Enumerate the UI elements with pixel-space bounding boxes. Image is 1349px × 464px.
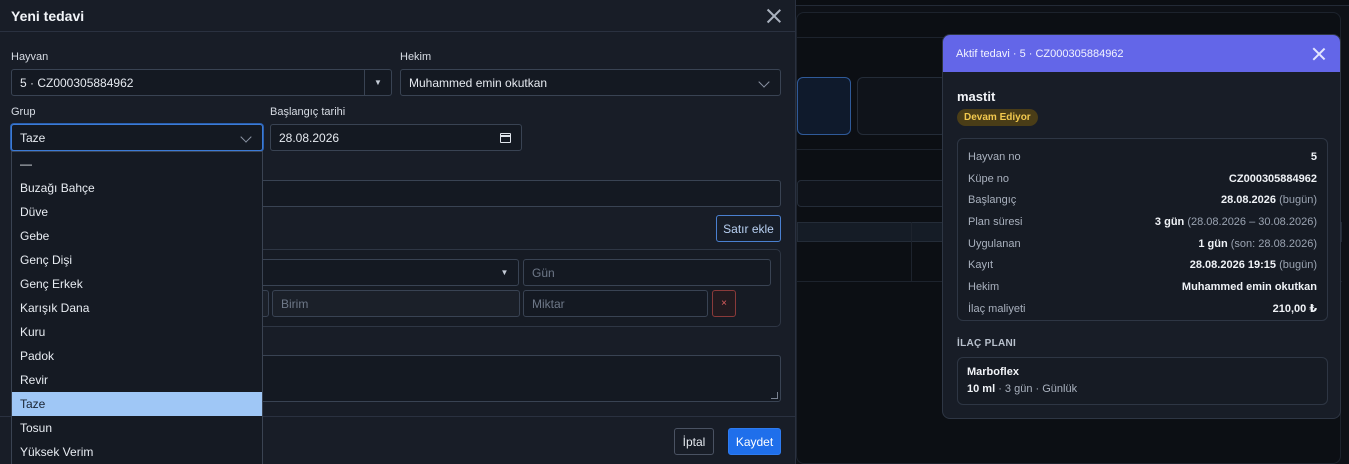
drug-name: Marboflex: [967, 366, 1019, 378]
info-key: Kayıt: [968, 259, 994, 272]
animal-select-value: 5 · CZ000305884962: [20, 75, 134, 90]
info-value: 28.08.2026 (bugün): [1221, 194, 1317, 206]
caret-down-icon[interactable]: ▼: [364, 70, 391, 95]
group-dropdown-list: — Buzağı Bahçe Düve Gebe Genç Dişi Genç Erkek…: [11, 151, 263, 464]
delete-row-button[interactable]: ×: [712, 290, 736, 317]
group-option[interactable]: Yüksek Verim: [12, 440, 262, 464]
amount-input[interactable]: Miktar: [523, 290, 708, 317]
start-date-label: Başlangıç tarihi: [270, 106, 346, 118]
cancel-button[interactable]: İptal: [674, 428, 714, 455]
vet-select-value: Muhammed emin okutkan: [409, 75, 548, 90]
info-value-main: 3 gün: [1154, 215, 1185, 228]
day-placeholder: Gün: [532, 265, 555, 280]
animal-select[interactable]: 5 · CZ000305884962 ▼: [11, 69, 392, 96]
background-stat-card-selected: [797, 77, 851, 135]
info-value-main: 28.08.2026: [1220, 194, 1277, 207]
background-stat-card: [857, 77, 947, 135]
info-row: Küpe no CZ000305884962: [968, 168, 1317, 190]
info-key: Uygulanan: [968, 237, 1021, 250]
info-value: 3 gün (28.08.2026 – 30.08.2026): [1155, 216, 1317, 228]
group-option[interactable]: Tosun: [12, 416, 262, 440]
info-key: Hayvan no: [968, 150, 1021, 163]
status-badge: Devam Ediyor: [957, 109, 1038, 126]
drug-plan-item: Marboflex 10 ml · 3 gün · Günlük: [957, 357, 1328, 405]
drug-schedule-detail: · 3 gün · Günlük: [995, 383, 1078, 395]
info-row: Plan süresi 3 gün (28.08.2026 – 30.08.202…: [968, 211, 1317, 233]
group-option[interactable]: Revir: [12, 368, 262, 392]
chevron-down-icon: [240, 131, 252, 143]
drug-schedule: 10 ml · 3 gün · Günlük: [967, 383, 1318, 395]
active-treatment-title: Aktif tedavi · 5 · CZ000305884962: [956, 47, 1124, 60]
close-icon[interactable]: [766, 8, 782, 24]
info-row: Hekim Muhammed emin okutkan: [968, 276, 1317, 298]
diagnosis-title: mastit: [957, 89, 996, 104]
caret-down-icon[interactable]: ▼: [491, 260, 518, 285]
active-treatment-card: Aktif tedavi · 5 · CZ000305884962 mastit…: [942, 34, 1341, 419]
info-row: İlaç maliyeti 210,00 ₺: [968, 298, 1317, 320]
add-row-button[interactable]: Satır ekle: [716, 215, 781, 242]
group-label: Grup: [11, 106, 36, 118]
info-row: Hayvan no 5: [968, 146, 1317, 168]
drug-plan-heading: İLAÇ PLANI: [957, 338, 1017, 349]
unit-placeholder: Birim: [281, 296, 309, 311]
group-option[interactable]: Kuru: [12, 320, 262, 344]
info-value-main: 28.08.2026 19:15: [1189, 259, 1277, 272]
info-value: Muhammed emin okutkan: [1182, 281, 1317, 293]
info-row: Başlangıç 28.08.2026 (bugün): [968, 189, 1317, 211]
modal-header: Yeni tedavi: [0, 0, 795, 32]
group-option[interactable]: Gebe: [12, 224, 262, 248]
info-row: Kayıt 28.08.2026 19:15 (bugün): [968, 254, 1317, 276]
info-value: CZ000305884962: [1229, 173, 1317, 185]
background-filter-input: [797, 180, 947, 207]
start-date-value: 28.08.2026: [279, 130, 340, 145]
info-value-main: 210,00 ₺: [1272, 303, 1317, 316]
vet-label: Hekim: [400, 51, 432, 63]
resize-handle-icon[interactable]: [771, 392, 778, 399]
animal-label: Hayvan: [11, 51, 49, 63]
treatment-info-box: Hayvan no 5 Küpe no CZ000305884962 Başlangıç…: [957, 138, 1328, 321]
close-icon[interactable]: [1312, 47, 1326, 61]
calendar-icon[interactable]: [500, 133, 511, 143]
group-option[interactable]: Genç Dişi: [12, 248, 262, 272]
active-treatment-header: Aktif tedavi · 5 · CZ000305884962: [943, 35, 1340, 72]
drug-dose: 10 ml: [967, 383, 996, 395]
info-value-main: 5: [1310, 150, 1317, 163]
modal-title: Yeni tedavi: [11, 7, 85, 24]
vet-select[interactable]: Muhammed emin okutkan: [400, 69, 781, 96]
group-option[interactable]: —: [12, 152, 262, 176]
group-select-value: Taze: [20, 130, 46, 145]
info-key: Hekim: [968, 280, 1000, 293]
info-key: İlaç maliyeti: [968, 302, 1026, 315]
info-key: Plan süresi: [968, 215, 1023, 228]
save-button[interactable]: Kaydet: [728, 428, 781, 455]
group-option[interactable]: Taze: [12, 392, 262, 416]
amount-placeholder: Miktar: [532, 296, 565, 311]
group-option[interactable]: Padok: [12, 344, 262, 368]
chevron-down-icon: [758, 76, 770, 88]
group-select[interactable]: Taze: [11, 124, 263, 151]
day-input[interactable]: Gün: [523, 259, 771, 286]
start-date-input[interactable]: 28.08.2026: [270, 124, 522, 151]
info-value: 210,00 ₺: [1273, 302, 1317, 315]
group-option[interactable]: Düve: [12, 200, 262, 224]
info-value-main: 1 gün: [1198, 237, 1228, 250]
info-row: Uygulanan 1 gün (son: 28.08.2026): [968, 233, 1317, 255]
background-table-column-divider: [911, 222, 912, 282]
info-value: 5: [1311, 151, 1317, 163]
background-topbar: [796, 0, 1349, 6]
info-key: Küpe no: [968, 172, 1009, 185]
group-option[interactable]: Buzağı Bahçe: [12, 176, 262, 200]
unit-input[interactable]: Birim: [272, 290, 520, 317]
info-value-note: (28.08.2026 – 30.08.2026): [1187, 215, 1317, 228]
info-value: 28.08.2026 19:15 (bugün): [1190, 259, 1317, 271]
info-key: Başlangıç: [968, 194, 1017, 207]
info-value-main: Muhammed emin okutkan: [1181, 280, 1317, 293]
info-value-main: CZ000305884962: [1228, 172, 1317, 185]
group-option[interactable]: Genç Erkek: [12, 272, 262, 296]
info-value-note: (bugün): [1279, 194, 1317, 207]
info-value: 1 gün (son: 28.08.2026): [1198, 238, 1317, 250]
info-value-note: (son: 28.08.2026): [1230, 237, 1317, 250]
group-option[interactable]: Karışık Dana: [12, 296, 262, 320]
info-value-note: (bugün): [1279, 259, 1317, 272]
